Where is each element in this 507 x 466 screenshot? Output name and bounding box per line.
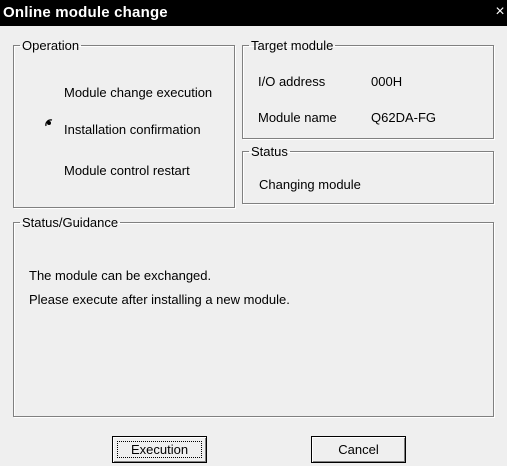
status-legend: Status xyxy=(251,144,288,159)
radio-selected-icon[interactable] xyxy=(45,119,57,131)
target-module-legend: Target module xyxy=(251,38,334,53)
online-module-change-dialog: Online module change × Operation Module … xyxy=(0,0,507,466)
operation-legend: Operation xyxy=(22,38,80,53)
guidance-line-1: The module can be exchanged. xyxy=(29,268,212,283)
execution-button[interactable]: Execution xyxy=(112,436,207,463)
io-address-value: 000H xyxy=(371,74,403,89)
focus-rectangle xyxy=(117,441,202,458)
module-name-label: Module name xyxy=(258,110,337,125)
status-guidance-legend: Status/Guidance xyxy=(22,215,119,230)
option-module-control-restart[interactable]: Module control restart xyxy=(64,163,190,178)
cancel-button-label: Cancel xyxy=(338,442,379,457)
guidance-line-2: Please execute after installing a new mo… xyxy=(29,292,290,307)
io-address-label: I/O address xyxy=(258,74,326,89)
status-text: Changing module xyxy=(259,177,361,192)
status-group: Status xyxy=(242,144,494,204)
option-installation-confirmation[interactable]: Installation confirmation xyxy=(64,122,201,137)
title-bar[interactable]: Online module change × xyxy=(0,0,507,26)
option-module-change-execution[interactable]: Module change execution xyxy=(64,85,212,100)
close-icon[interactable]: × xyxy=(493,2,507,22)
cancel-button[interactable]: Cancel xyxy=(311,436,406,463)
module-name-value: Q62DA-FG xyxy=(371,110,437,125)
status-guidance-group: Status/Guidance xyxy=(13,215,494,417)
dialog-title: Online module change xyxy=(3,4,168,21)
